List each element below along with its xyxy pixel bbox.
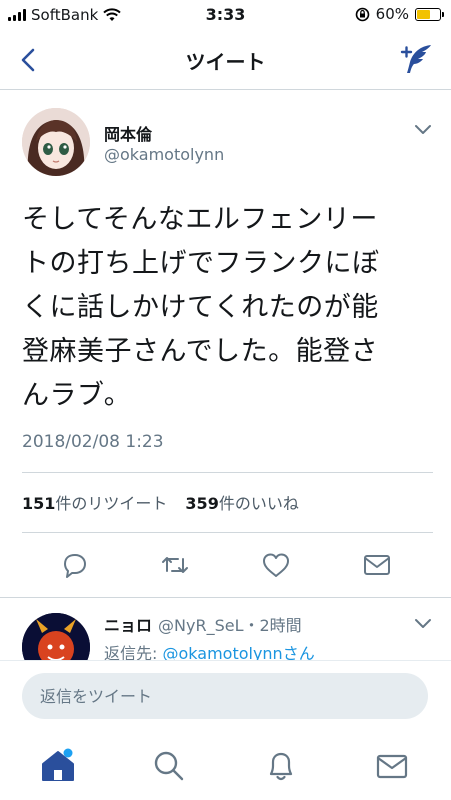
retweet-icon[interactable] xyxy=(159,549,191,581)
more-options-chevron-icon[interactable] xyxy=(413,122,433,136)
battery-icon xyxy=(415,7,444,21)
anime-girl-avatar-icon xyxy=(22,108,90,176)
tweet-text-line: 登麻美子さんでした。能登さ xyxy=(22,336,379,367)
retweet-label: 件のリツイート xyxy=(55,494,168,513)
tab-bar xyxy=(0,732,451,800)
like-stat[interactable]: 359件のいいね xyxy=(185,490,298,514)
tweet-text-line: そしてそんなエルフェンリー xyxy=(22,204,378,235)
tweet-stats: 151件のリツイート 359件のいいね xyxy=(22,490,299,514)
share-envelope-icon[interactable] xyxy=(361,549,393,581)
tweet-text-line: くに話しかけてくれたのが能 xyxy=(22,292,379,323)
reply-icon[interactable] xyxy=(58,549,90,581)
page-title: ツイート xyxy=(185,50,266,74)
tweet-timestamp: 2018/02/08 1:23 xyxy=(22,432,164,452)
rotation-lock-icon xyxy=(355,7,369,21)
home-icon[interactable] xyxy=(38,746,78,786)
reply-more-chevron-icon[interactable] xyxy=(413,616,433,630)
retweet-count: 151 xyxy=(22,494,56,513)
reply-item[interactable]: ニョロ @NyR_SeL・2時間 返信先: @okamotolynnさん xyxy=(0,598,451,660)
battery-percent: 60% xyxy=(375,5,409,23)
like-heart-icon[interactable] xyxy=(260,549,292,581)
reply-author-name[interactable]: ニョロ xyxy=(104,612,152,636)
reply-avatar[interactable] xyxy=(22,613,90,660)
character-avatar-icon xyxy=(22,613,90,660)
tweet-actions xyxy=(0,545,451,585)
tweet-text-line: トの打ち上げでフランクにぼ xyxy=(22,248,380,279)
like-label: 件のいいね xyxy=(218,494,299,513)
like-count: 359 xyxy=(185,494,219,513)
notifications-bell-icon[interactable] xyxy=(261,746,301,786)
author-name[interactable]: 岡本倫 xyxy=(104,121,152,145)
reply-header: ニョロ @NyR_SeL・2時間 xyxy=(104,612,302,636)
reply-context: 返信先: @okamotolynnさん xyxy=(104,640,315,660)
reply-input[interactable] xyxy=(22,673,428,719)
reply-handle-time: @NyR_SeL・2時間 xyxy=(158,616,302,635)
tweet-text: そしてそんなエルフェンリー トの打ち上げでフランクにぼ くに話しかけてくれたのが… xyxy=(22,198,422,418)
reply-composer xyxy=(0,660,451,732)
divider xyxy=(22,532,433,533)
tweet-detail: 岡本倫 @okamotolynn そしてそんなエルフェンリー トの打ち上げでフラ… xyxy=(0,90,451,598)
nav-bar: ツイート xyxy=(0,30,451,90)
retweet-stat[interactable]: 151件のリツイート xyxy=(22,490,167,514)
reply-prefix: 返信先: xyxy=(104,644,163,660)
divider xyxy=(22,472,433,473)
tweet-text-line: んラブ。 xyxy=(22,380,132,411)
status-bar: SoftBank 3:33 60% xyxy=(0,0,451,30)
messages-envelope-icon[interactable] xyxy=(372,746,412,786)
search-icon[interactable] xyxy=(149,746,189,786)
compose-tweet-icon[interactable] xyxy=(397,42,433,76)
reply-to-link[interactable]: @okamotolynnさん xyxy=(162,644,314,660)
author-avatar[interactable] xyxy=(22,108,90,176)
author-handle[interactable]: @okamotolynn xyxy=(104,145,224,164)
status-right: 60% xyxy=(355,5,444,23)
